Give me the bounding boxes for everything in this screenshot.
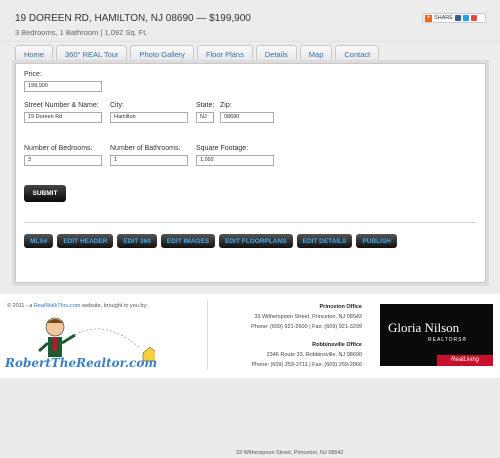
share-label: SHARE — [434, 15, 453, 21]
tab-contact[interactable]: Contact — [335, 45, 380, 63]
cutoff-office-text: 33 Witherspoon Street, Princeton, NJ 085… — [236, 450, 344, 456]
bedrooms-label: Number of Bedrooms: — [24, 145, 93, 152]
edit-details-button[interactable]: EDIT DETAILS — [296, 234, 353, 248]
tab-map[interactable]: Map — [299, 45, 333, 63]
listing-header: 19 DOREEN RD, HAMILTON, NJ 08690 — $199,… — [0, 0, 500, 42]
office-phone: Phone: (609) 921-2600 | Fax: (609) 921-3… — [251, 324, 362, 330]
submit-button[interactable]: SUBMIT — [24, 185, 66, 202]
tab-360-tour[interactable]: 360° REAL Tour — [56, 45, 128, 63]
facebook-icon[interactable] — [454, 15, 461, 21]
twitter-icon[interactable] — [462, 15, 469, 21]
zip-input[interactable]: 08690 — [220, 112, 274, 123]
gloria-nilson-logo[interactable]: Gloria Nilson REALTORS® RealLiving — [380, 304, 493, 366]
agent-logo[interactable]: RobertTheRealtor.com — [5, 313, 158, 378]
price-input[interactable]: 199,900 — [24, 81, 102, 92]
tab-details[interactable]: Details — [255, 45, 297, 63]
realwalkthru-link[interactable]: RealWalkThru.com — [34, 303, 81, 309]
edit-header-button[interactable]: EDIT HEADER — [57, 234, 114, 248]
edit-360-button[interactable]: EDIT 360 — [117, 234, 157, 248]
office-name: Robbinsville Office — [312, 342, 362, 348]
footer-divider — [207, 300, 208, 370]
bedrooms-input[interactable]: 3 — [24, 155, 102, 166]
bathrooms-input[interactable]: 1 — [110, 155, 188, 166]
sqft-input[interactable]: 1,092 — [196, 155, 274, 166]
bathrooms-label: Number of Bathrooms: — [110, 145, 181, 152]
edit-toolbar: MLS# EDIT HEADER EDIT 360 EDIT IMAGES ED… — [24, 234, 397, 248]
zip-label: Zip: — [220, 102, 232, 109]
share-button[interactable]: + SHARE — [422, 13, 486, 23]
princeton-office: Princeton Office 33 Witherspoon Street, … — [251, 302, 362, 332]
price-label: Price: — [24, 71, 42, 78]
robbinsville-office: Robbinsville Office 2346 Route 33, Robbi… — [252, 340, 362, 370]
tab-photo-gallery[interactable]: Photo Gallery — [130, 45, 194, 63]
state-input[interactable]: NJ — [196, 112, 214, 123]
brand-badge: RealLiving — [437, 355, 493, 366]
tab-floor-plans[interactable]: Floor Plans — [196, 45, 253, 63]
listing-title: 19 DOREEN RD, HAMILTON, NJ 08690 — $199,… — [15, 13, 251, 24]
edit-images-button[interactable]: EDIT IMAGES — [160, 234, 216, 248]
publish-button[interactable]: PUBLISH — [356, 234, 397, 248]
plus-icon: + — [425, 14, 432, 22]
city-input[interactable]: Hamilton — [110, 112, 188, 123]
copyright-text: © 2011 - a RealWalkThru.com website, bro… — [7, 303, 148, 309]
street-input[interactable]: 19 Doreen Rd — [24, 112, 102, 123]
office-phone: Phone: (609) 259-2711 | Fax: (609) 259-2… — [251, 362, 362, 368]
office-address: 2346 Route 33, Robbinsville, NJ 08690 — [266, 352, 362, 358]
edit-floorplans-button[interactable]: EDIT FLOORPLANS — [219, 234, 293, 248]
brand-tagline: REALTORS® — [428, 337, 468, 343]
agent-logo-text: RobertTheRealtor.com — [5, 356, 158, 370]
brand-name: Gloria Nilson — [388, 320, 460, 335]
street-label: Street Number & Name: — [24, 102, 99, 109]
city-label: City: — [110, 102, 124, 109]
office-name: Princeton Office — [319, 304, 362, 310]
tab-home[interactable]: Home — [15, 45, 54, 63]
sqft-label: Square Footage: — [196, 145, 249, 152]
divider — [24, 222, 476, 223]
tab-bar: Home 360° REAL Tour Photo Gallery Floor … — [15, 45, 380, 63]
footer-lower — [0, 378, 500, 458]
edit-panel: Price: 199,900 Street Number & Name: 19 … — [15, 63, 486, 283]
office-address: 33 Witherspoon Street, Princeton, NJ 085… — [254, 314, 362, 320]
email-icon[interactable] — [470, 15, 477, 21]
listing-subtitle: 3 Bedrooms, 1 Bathroom | 1,092 Sq. Ft. — [15, 28, 148, 37]
mls-button[interactable]: MLS# — [24, 234, 54, 248]
state-label: State: — [196, 102, 215, 109]
